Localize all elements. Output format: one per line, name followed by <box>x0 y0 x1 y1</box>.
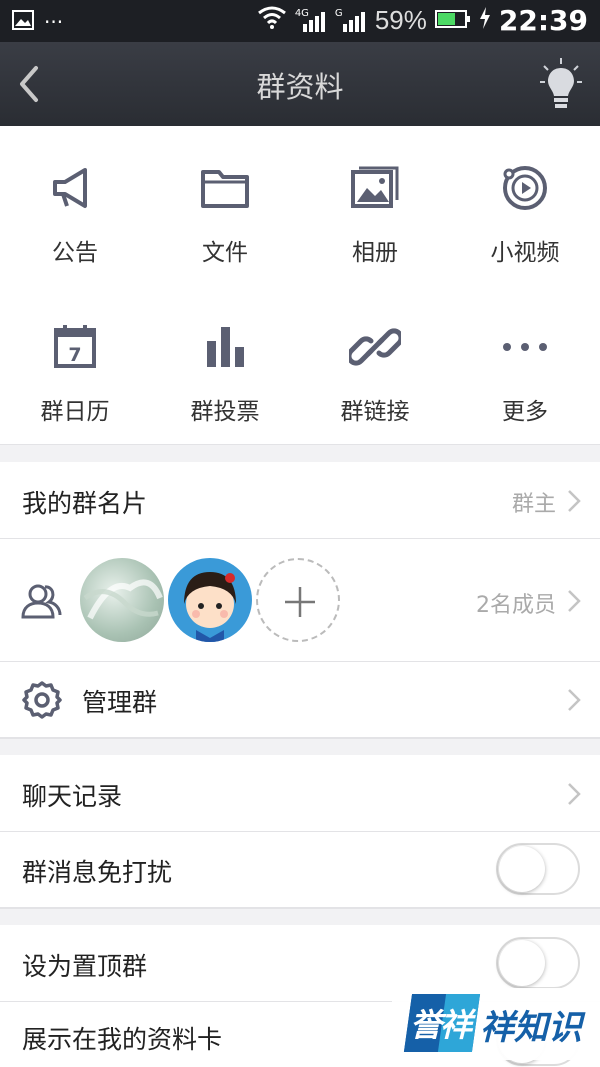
calendar-icon: 7 <box>49 321 101 373</box>
vote-bars-icon <box>199 321 251 373</box>
status-bar: ··· 4G G 59% 22:39 <box>0 0 600 42</box>
feature-label: 群链接 <box>340 399 410 425</box>
feature-video[interactable]: 小视频 <box>450 126 600 285</box>
chevron-right-icon <box>566 781 582 807</box>
feature-more[interactable]: 更多 <box>450 285 600 444</box>
mute-messages-row: 群消息免打扰 <box>0 832 600 908</box>
feature-grid: 公告 文件 相册 小视频 7 群日历 群投票 群链接 更多 <box>0 126 600 444</box>
feature-link[interactable]: 群链接 <box>300 285 450 444</box>
add-member-button[interactable] <box>256 558 340 642</box>
row-label: 聊天记录 <box>22 782 123 811</box>
members-icon <box>20 581 62 625</box>
members-row[interactable]: 2名成员 <box>0 539 600 662</box>
row-label: 展示在我的资料卡 <box>22 1025 223 1054</box>
row-label: 我的群名片 <box>22 489 148 518</box>
lightbulb-icon[interactable] <box>538 56 584 112</box>
watermark: 誉祥 祥知识 <box>392 988 600 1060</box>
video-icon <box>499 162 551 214</box>
role-value: 群主 <box>511 492 556 517</box>
more-dots-icon <box>499 321 551 373</box>
watermark-badge-text: 誉祥 <box>410 1006 472 1044</box>
toggle-knob <box>499 846 545 892</box>
feature-announcement[interactable]: 公告 <box>0 126 150 285</box>
megaphone-icon <box>49 162 101 214</box>
manage-group-row[interactable]: 管理群 <box>0 662 600 738</box>
wifi-icon <box>257 5 287 36</box>
feature-label: 群投票 <box>190 399 260 425</box>
section-divider <box>0 444 600 462</box>
photo-album-icon <box>349 162 401 214</box>
nav-bar: 群资料 <box>0 42 600 126</box>
feature-calendar[interactable]: 7 群日历 <box>0 285 150 444</box>
chevron-right-icon <box>566 588 582 614</box>
row-label: 设为置顶群 <box>22 952 148 981</box>
section-divider <box>0 738 600 755</box>
clock: 22:39 <box>498 4 588 37</box>
watermark-text: 祥知识 <box>480 1008 582 1048</box>
battery-percent: 59% <box>374 5 427 35</box>
image-notification-icon <box>12 10 34 34</box>
feature-vote[interactable]: 群投票 <box>150 285 300 444</box>
link-icon <box>346 321 404 373</box>
chevron-right-icon <box>566 687 582 713</box>
feature-label: 公告 <box>52 240 98 266</box>
feature-label: 更多 <box>502 399 548 425</box>
my-group-card-row[interactable]: 我的群名片 群主 <box>0 462 600 539</box>
signal-4g-icon: 4G <box>295 8 327 34</box>
plus-icon <box>282 584 318 624</box>
feature-label: 群日历 <box>40 399 110 425</box>
calendar-day: 7 <box>68 344 81 366</box>
mute-messages-toggle[interactable] <box>496 843 580 895</box>
feature-label: 文件 <box>202 240 248 266</box>
toggle-knob <box>499 940 545 986</box>
gear-icon <box>22 680 62 724</box>
member-count: 2名成员 <box>476 593 556 618</box>
pin-group-toggle[interactable] <box>496 937 580 989</box>
feature-album[interactable]: 相册 <box>300 126 450 285</box>
battery-icon <box>434 6 471 36</box>
folder-icon <box>199 162 251 214</box>
section-divider <box>0 908 600 925</box>
feature-label: 小视频 <box>490 240 560 266</box>
signal-g-icon: G <box>335 8 367 34</box>
charging-icon <box>479 6 491 36</box>
page-title: 群资料 <box>256 70 344 104</box>
chevron-right-icon <box>566 488 582 514</box>
member-avatar[interactable] <box>168 558 252 642</box>
feature-files[interactable]: 文件 <box>150 126 300 285</box>
more-notifications-icon: ··· <box>44 10 64 34</box>
member-avatar[interactable] <box>80 558 164 642</box>
chat-history-row[interactable]: 聊天记录 <box>0 755 600 832</box>
feature-label: 相册 <box>352 240 398 266</box>
row-label: 管理群 <box>82 688 158 717</box>
row-label: 群消息免打扰 <box>22 858 173 887</box>
